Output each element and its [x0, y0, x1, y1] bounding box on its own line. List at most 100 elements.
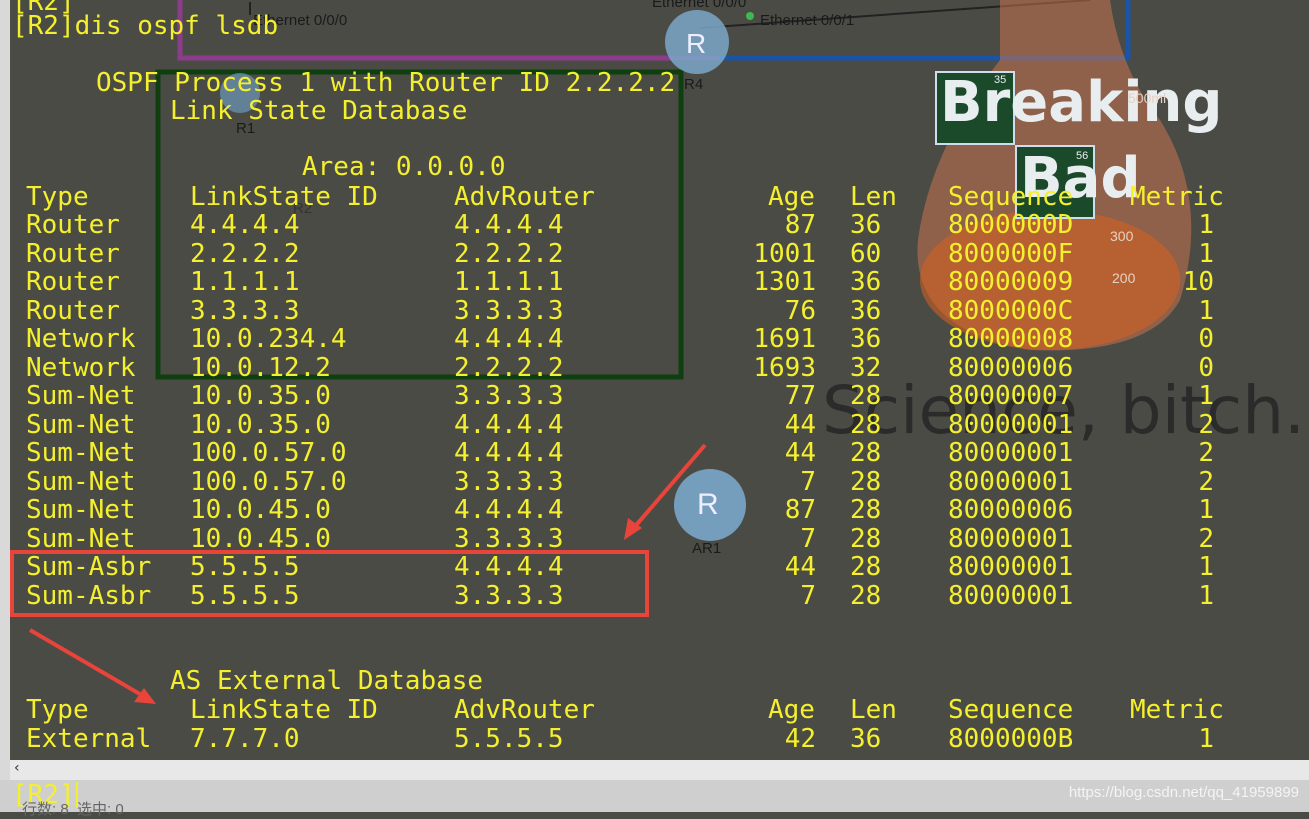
- status-text: 行数: 8 选中: 0: [22, 801, 124, 818]
- lsdb-cell-seq: 80000006: [948, 352, 1074, 383]
- lsdb-cell-adv: 4.4.4.4: [454, 438, 564, 468]
- lsdb-cell-seq: 80000009: [948, 267, 1074, 297]
- lsdb-cell-len: 28: [850, 495, 882, 525]
- lsdb-cell-age: 7: [800, 523, 816, 554]
- lsdb-cell-type: Router: [26, 210, 120, 240]
- lsdb-cell-len: 36: [850, 295, 882, 326]
- router-icon-ar1: R: [697, 488, 719, 521]
- horizontal-scrollbar[interactable]: [10, 760, 1309, 780]
- lsdb-cell-adv: 4.4.4.4: [454, 552, 564, 582]
- lsdb-cell-seq: 80000008: [948, 324, 1074, 354]
- ext-header-age: Age: [768, 695, 815, 725]
- lsdb-cell-adv: 4.4.4.4: [454, 409, 564, 440]
- flask-500-label: 500ml: [1128, 90, 1167, 106]
- lsdb-cell-lsid: 2.2.2.2: [190, 238, 300, 269]
- lsdb-cell-metric: 2: [1198, 523, 1214, 554]
- lsdb-cell-lsid: 4.4.4.4: [190, 210, 300, 240]
- router-ar1-label: AR1: [692, 540, 722, 557]
- lsdb-cell-adv: 2.2.2.2: [454, 238, 564, 269]
- ext-cell-lsid: 7.7.7.0: [190, 724, 300, 754]
- lsdb-cell-seq: 80000001: [948, 466, 1074, 497]
- lsdb-cell-metric: 2: [1198, 438, 1214, 468]
- header-metric: Metric: [1130, 182, 1224, 212]
- lsdb-cell-age: 1691: [753, 324, 816, 354]
- lsdb-cell-seq: 80000001: [948, 552, 1074, 582]
- header-sequence: Sequence: [948, 182, 1074, 212]
- lsdb-cell-adv: 3.3.3.3: [454, 466, 564, 497]
- lsdb-cell-lsid: 100.0.57.0: [190, 438, 347, 468]
- lsdb-cell-type: Sum-Asbr: [26, 580, 152, 611]
- process-line: OSPF Process 1 with Router ID 2.2.2.2: [96, 68, 676, 98]
- lsdb-cell-lsid: 10.0.12.2: [190, 352, 331, 383]
- lsdb-cell-adv: 4.4.4.4: [454, 324, 564, 354]
- lsdb-cell-age: 1001: [753, 238, 816, 269]
- lsdb-cell-age: 87: [784, 210, 816, 240]
- lsdb-cell-age: 44: [784, 438, 816, 468]
- br-number: 35: [994, 74, 1007, 86]
- lsdb-cell-len: 36: [850, 210, 882, 240]
- command-line: [R2]dis ospf lsdb: [12, 11, 279, 41]
- lsdb-cell-metric: 0: [1198, 324, 1214, 354]
- lsdb-cell-age: 1693: [753, 352, 816, 383]
- lsdb-cell-seq: 80000001: [948, 438, 1074, 468]
- eth-001-label: Ethernet 0/0/1: [760, 12, 855, 29]
- scroll-left-arrow-icon[interactable]: ‹: [14, 760, 20, 776]
- lsdb-title: Link State Database: [170, 96, 468, 126]
- lsdb-cell-seq: 80000007: [948, 381, 1074, 411]
- lsdb-cell-metric: 10: [1182, 267, 1214, 297]
- ext-header-metric: Metric: [1130, 695, 1224, 725]
- lsdb-cell-metric: 1: [1198, 210, 1214, 240]
- lsdb-cell-type: Sum-Net: [26, 409, 136, 440]
- lsdb-cell-type: Sum-Net: [26, 495, 136, 525]
- vertical-scrollbar[interactable]: [0, 0, 10, 812]
- header-advrouter: AdvRouter: [454, 182, 595, 212]
- lsdb-cell-seq: 80000001: [948, 580, 1074, 611]
- lsdb-cell-age: 1301: [753, 267, 816, 297]
- lsdb-cell-seq: 80000006: [948, 495, 1074, 525]
- lsdb-cell-type: Router: [26, 238, 120, 269]
- lsdb-cell-metric: 2: [1198, 466, 1214, 497]
- lsdb-cell-type: Sum-Net: [26, 523, 136, 554]
- lsdb-cell-seq: 8000000C: [948, 295, 1074, 326]
- lsdb-cell-age: 44: [784, 552, 816, 582]
- ext-cell-seq: 8000000B: [948, 724, 1074, 754]
- lsdb-cell-lsid: 5.5.5.5: [190, 580, 300, 611]
- flask-300-label: 300: [1110, 228, 1134, 244]
- lsdb-cell-lsid: 10.0.35.0: [190, 381, 331, 411]
- router-r4-label: R4: [684, 76, 704, 93]
- lsdb-cell-type: Network: [26, 352, 136, 383]
- lsdb-cell-adv: 3.3.3.3: [454, 523, 564, 554]
- lsdb-cell-adv: 1.1.1.1: [454, 267, 564, 297]
- watermark: https://blog.csdn.net/qq_41959899: [1068, 784, 1299, 801]
- ext-header-type: Type: [26, 695, 89, 725]
- ext-header-advrouter: AdvRouter: [454, 695, 595, 725]
- lsdb-cell-seq: 80000001: [948, 409, 1074, 440]
- lsdb-cell-len: 32: [850, 352, 882, 383]
- lsdb-cell-age: 7: [800, 466, 816, 497]
- ext-cell-adv: 5.5.5.5: [454, 724, 564, 754]
- terminal-window[interactable]: Ethernet 0/0/0 Ethernet 0/0/0 Ethernet 0…: [0, 0, 1309, 818]
- lsdb-cell-len: 28: [850, 580, 882, 611]
- lsdb-cell-len: 28: [850, 466, 882, 497]
- eth-000-top-label: Ethernet 0/0/0: [652, 0, 747, 11]
- lsdb-cell-type: Sum-Net: [26, 438, 136, 468]
- lsdb-cell-age: 7: [800, 580, 816, 611]
- lsdb-cell-type: Network: [26, 324, 136, 354]
- lsdb-cell-len: 28: [850, 409, 882, 440]
- lsdb-cell-metric: 2: [1198, 409, 1214, 440]
- header-linkstate-id: LinkState ID: [190, 182, 378, 212]
- lsdb-cell-lsid: 5.5.5.5: [190, 552, 300, 582]
- lsdb-cell-metric: 1: [1198, 552, 1214, 582]
- lsdb-cell-adv: 3.3.3.3: [454, 295, 564, 326]
- lsdb-cell-metric: 0: [1198, 352, 1214, 383]
- lsdb-cell-metric: 1: [1198, 295, 1214, 326]
- lsdb-cell-adv: 2.2.2.2: [454, 352, 564, 383]
- lsdb-cell-type: Router: [26, 267, 120, 297]
- ext-header-linkstate-id: LinkState ID: [190, 695, 378, 725]
- header-type: Type: [26, 182, 89, 212]
- lsdb-cell-len: 28: [850, 552, 882, 582]
- lsdb-cell-type: Sum-Net: [26, 466, 136, 497]
- flask-200-label: 200: [1112, 270, 1136, 286]
- ext-cell-len: 36: [850, 724, 882, 754]
- lsdb-cell-age: 77: [784, 381, 816, 411]
